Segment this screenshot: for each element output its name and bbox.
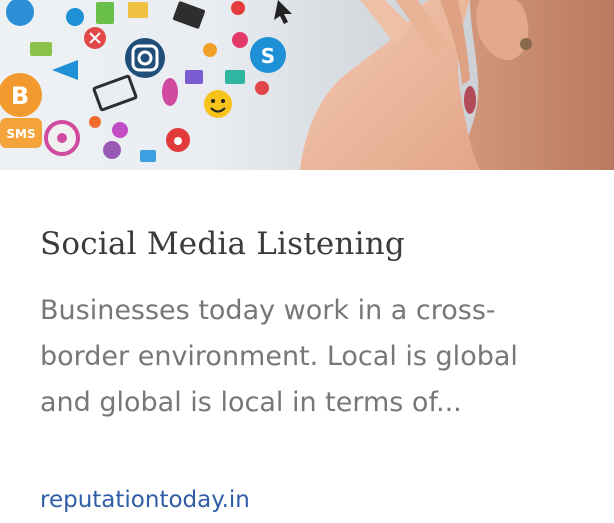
- phone-icon: [96, 2, 114, 24]
- mail-icon: [225, 70, 245, 84]
- dot-icon: [112, 122, 128, 138]
- article-card[interactable]: B SMS S Social Media Listening Businesse…: [0, 0, 614, 523]
- article-description: Businesses today work in a cross- border…: [40, 288, 560, 426]
- svg-text:SMS: SMS: [6, 127, 35, 141]
- dot-icon: [255, 81, 269, 95]
- instagram-icon: [125, 38, 165, 78]
- svg-text:S: S: [261, 44, 275, 68]
- balloon-icon: [162, 78, 178, 106]
- svg-text:B: B: [11, 82, 29, 110]
- wifi-icon: [66, 8, 84, 26]
- source-link[interactable]: reputationtoday.in: [40, 487, 250, 513]
- description-line: and global is local in terms of...: [40, 387, 462, 418]
- description-line: border environment. Local is global: [40, 341, 518, 372]
- heart-icon: [232, 32, 248, 48]
- globe-icon: [103, 141, 121, 159]
- dot-icon: [231, 1, 245, 15]
- smiley-icon: [204, 90, 232, 118]
- chat-icon: [30, 42, 52, 56]
- social-media-illustration: B SMS S: [0, 0, 614, 170]
- dot-icon: [89, 116, 101, 128]
- earring-icon: [520, 38, 532, 50]
- laptop-icon: [172, 1, 206, 29]
- envelope-icon: [185, 70, 203, 84]
- fingernail-shape: [464, 86, 476, 114]
- article-image[interactable]: B SMS S: [0, 0, 614, 170]
- dot-icon: [203, 43, 217, 57]
- cloud-icon: [6, 0, 34, 26]
- description-line: Businesses today work in a cross-: [40, 295, 496, 326]
- arrow-icon: [52, 60, 78, 80]
- chat-icon: [140, 150, 156, 162]
- cursor-icon: [274, 0, 292, 24]
- face-shape: [450, 0, 614, 170]
- article-title[interactable]: Social Media Listening: [40, 226, 405, 262]
- folder-icon: [128, 2, 148, 18]
